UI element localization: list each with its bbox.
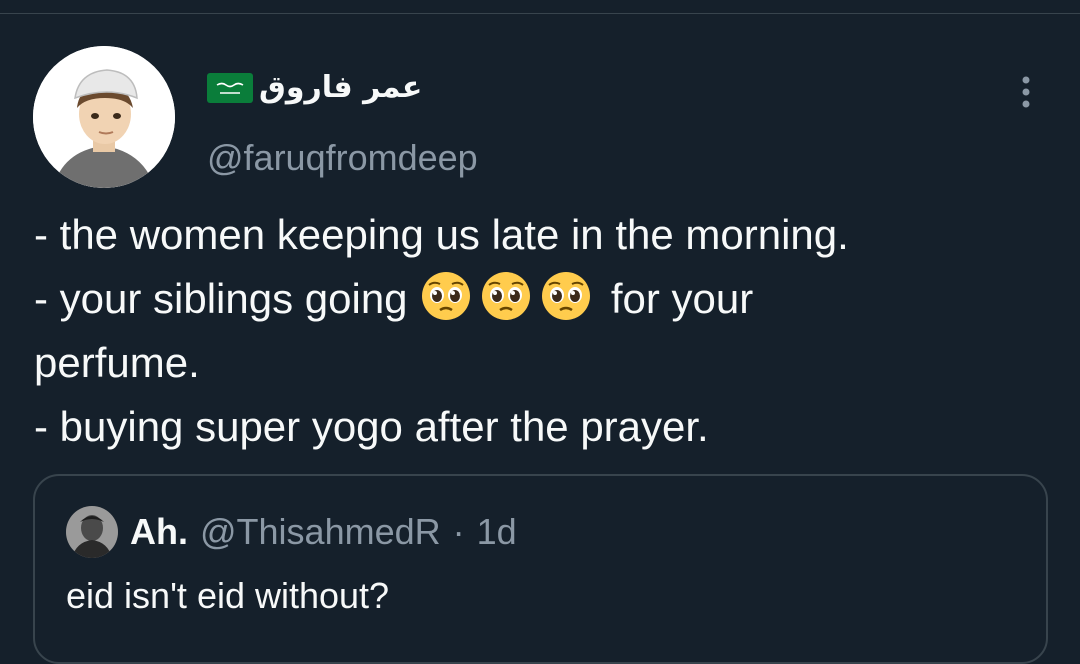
pleading-face-icon: [539, 269, 593, 323]
separator-dot: ·: [452, 511, 465, 552]
quoted-author-name[interactable]: Ah.: [130, 511, 188, 553]
author-display-name[interactable]: عمر فاروق: [259, 68, 422, 108]
tweet-text: - the women keeping us late in the morni…: [34, 203, 1054, 459]
quoted-author-handle[interactable]: @ThisahmedR: [200, 511, 441, 553]
pleading-face-icon: [479, 269, 533, 323]
quoted-author-avatar[interactable]: [66, 506, 118, 558]
author-avatar[interactable]: [33, 46, 175, 188]
tweet-line: perfume.: [34, 339, 200, 386]
quoted-tweet-time[interactable]: 1d: [477, 511, 517, 553]
author-name-row[interactable]: عمر فاروق: [207, 68, 422, 108]
top-divider: [0, 0, 1080, 14]
tweet-line: - buying super yogo after the prayer.: [34, 403, 709, 450]
tweet-line-text: for your: [610, 275, 754, 322]
pleading-face-icon: [419, 269, 473, 323]
tweet-line-text: - your siblings going: [34, 275, 408, 322]
tweet-line: - the women keeping us late in the morni…: [34, 211, 849, 258]
saudi-flag-icon: [207, 73, 253, 103]
more-vertical-icon[interactable]: [1008, 70, 1044, 114]
quoted-tweet-header: Ah. @ThisahmedR · 1d: [66, 506, 517, 558]
tweet-line: - your siblings going for your: [34, 267, 1054, 331]
author-handle[interactable]: @faruqfromdeep: [207, 136, 478, 180]
quoted-tweet-text: eid isn't eid without?: [66, 575, 390, 616]
quoted-tweet-card[interactable]: Ah. @ThisahmedR · 1d eid isn't eid witho…: [33, 474, 1048, 664]
